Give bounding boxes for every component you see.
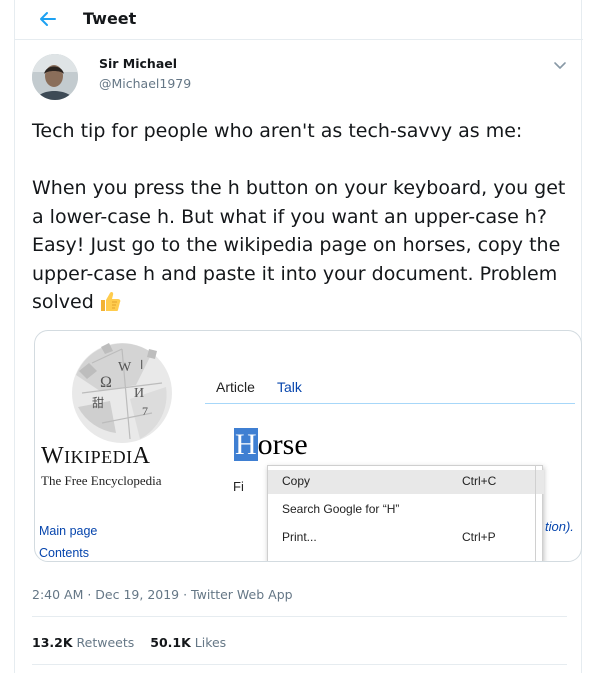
embedded-screenshot[interactable]: Ω W 甜 И ا 7 WIKIPEDIA The Free Encyclope… [34, 330, 582, 562]
tab-talk[interactable]: Talk [277, 379, 302, 395]
ctx-item-copy[interactable]: Copy Ctrl+C [268, 470, 544, 494]
likes-stat[interactable]: 50.1K Likes [150, 635, 226, 650]
selected-letter: H [234, 428, 258, 461]
page-title: Tweet [83, 9, 137, 28]
tweet-stats: 13.2K Retweets 50.1K Likes [32, 635, 226, 650]
svg-text:W: W [118, 360, 132, 375]
article-text-fragment: Fi [233, 479, 244, 494]
tab-divider [205, 403, 575, 404]
likes-count: 50.1K [150, 635, 191, 650]
retweets-label: Retweets [76, 635, 135, 650]
tweet-text-line: Tech tip for people who aren't as tech-s… [32, 120, 523, 142]
retweets-count: 13.2K [32, 635, 73, 650]
tab-article[interactable]: Article [216, 379, 255, 395]
retweets-stat[interactable]: 13.2K Retweets [32, 635, 134, 650]
ctx-item-label: Copy [282, 474, 311, 488]
ctx-item-shortcut: Ctrl+C [462, 474, 497, 488]
article-text-fragment-right: tion). [545, 519, 574, 534]
ctx-item-label: Print... [282, 530, 317, 544]
ctx-item-print[interactable]: Print... Ctrl+P [268, 526, 544, 550]
svg-text:ا: ا [140, 358, 143, 372]
wp-link-contents[interactable]: Contents [39, 546, 89, 560]
tweet-card: Tweet Sir Michael @Michael1979 Tech tip … [14, 0, 583, 673]
tweet-text-paragraph: When you press the h button on your keyb… [32, 174, 577, 317]
heading-rest: orse [257, 428, 308, 461]
wikipedia-wordmark: WIKIPEDIA [41, 443, 151, 469]
chevron-down-icon[interactable] [553, 57, 567, 71]
svg-text:Ω: Ω [100, 374, 112, 391]
back-arrow-icon[interactable] [37, 8, 59, 30]
svg-text:И: И [134, 386, 144, 401]
divider [32, 664, 567, 665]
divider [535, 465, 536, 561]
article-heading: Horse [234, 428, 308, 462]
thumbs-up-emoji-icon [98, 290, 122, 312]
ctx-item-label: Search Google for “H” [282, 502, 400, 516]
tweet-timestamp[interactable]: 2:40 AM · Dec 19, 2019 · Twitter Web App [32, 587, 293, 602]
svg-text:甜: 甜 [92, 396, 104, 410]
divider [32, 616, 567, 617]
tweet-text: Tech tip for people who aren't as tech-s… [32, 117, 577, 317]
likes-label: Likes [194, 635, 227, 650]
author-handle[interactable]: @Michael1979 [99, 76, 191, 91]
ctx-item-search-google[interactable]: Search Google for “H” [268, 498, 544, 522]
ctx-item-shortcut: Ctrl+P [462, 530, 496, 544]
page-header: Tweet [15, 0, 583, 40]
author-name[interactable]: Sir Michael [99, 56, 177, 71]
svg-text:7: 7 [142, 404, 148, 418]
avatar[interactable] [32, 54, 78, 100]
wp-link-main-page[interactable]: Main page [39, 524, 97, 538]
wikipedia-globe-icon: Ω W 甜 И ا 7 [72, 343, 172, 443]
context-menu: Copy Ctrl+C Search Google for “H” Print.… [267, 465, 544, 561]
wikipedia-tagline: The Free Encyclopedia [41, 473, 162, 488]
